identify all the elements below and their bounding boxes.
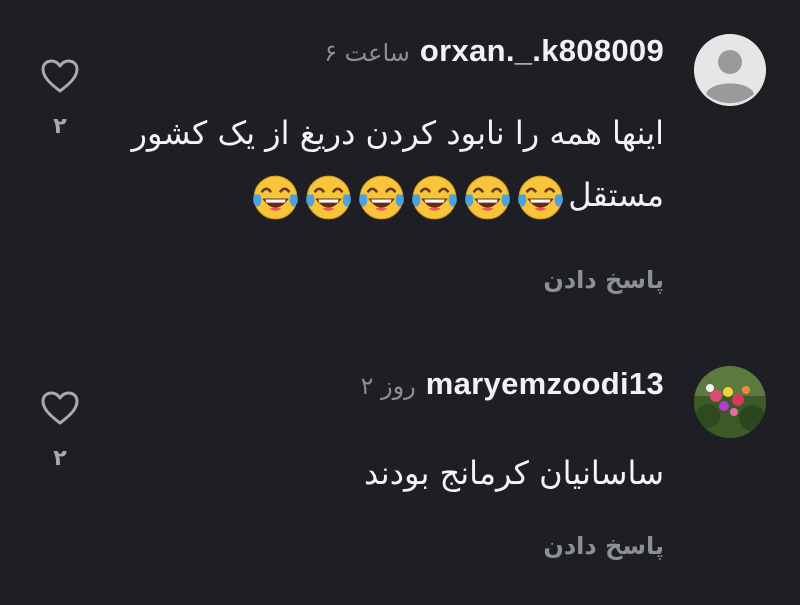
face-with-tears-of-joy-icon	[359, 175, 405, 219]
like-count: ۲	[53, 446, 67, 471]
heart-icon[interactable]	[40, 390, 80, 426]
comment-text: ساسانیان کرمانج بودند	[363, 454, 664, 492]
comment-item: ۶ ساعت orxan._.k808009 اینها همه را نابو…	[0, 0, 800, 330]
avatar[interactable]	[694, 34, 766, 106]
comment-text: اینها همه را نابود کردن دریغ از یک کشور …	[104, 102, 664, 226]
comment-username[interactable]: orxan._.k808009	[420, 33, 664, 69]
emoji-group	[250, 172, 566, 223]
face-with-tears-of-joy-icon	[253, 175, 299, 219]
avatar[interactable]	[694, 366, 766, 438]
default-avatar-icon	[694, 34, 766, 106]
flower-photo-avatar-icon	[694, 366, 766, 438]
comments-list: ۶ ساعت orxan._.k808009 اینها همه را نابو…	[0, 0, 800, 605]
comment-timestamp: ۲ روز	[360, 372, 416, 400]
face-with-tears-of-joy-icon	[518, 175, 564, 219]
face-with-tears-of-joy-icon	[465, 175, 511, 219]
face-with-tears-of-joy-icon	[412, 175, 458, 219]
comment-timestamp: ۶ ساعت	[324, 39, 410, 67]
like-count: ۲	[53, 114, 67, 139]
reply-button[interactable]: پاسخ دادن	[543, 266, 664, 294]
heart-icon[interactable]	[40, 58, 80, 94]
comment-item: ۲ روز maryemzoodi13 ساسانیان کرمانج بودن…	[0, 330, 800, 605]
comment-header: ۶ ساعت orxan._.k808009	[324, 33, 664, 69]
comment-header: ۲ روز maryemzoodi13	[360, 366, 664, 402]
like-section: ۲	[38, 58, 82, 139]
comment-username[interactable]: maryemzoodi13	[426, 366, 664, 402]
like-section: ۲	[38, 390, 82, 471]
reply-button[interactable]: پاسخ دادن	[543, 532, 664, 560]
face-with-tears-of-joy-icon	[306, 175, 352, 219]
